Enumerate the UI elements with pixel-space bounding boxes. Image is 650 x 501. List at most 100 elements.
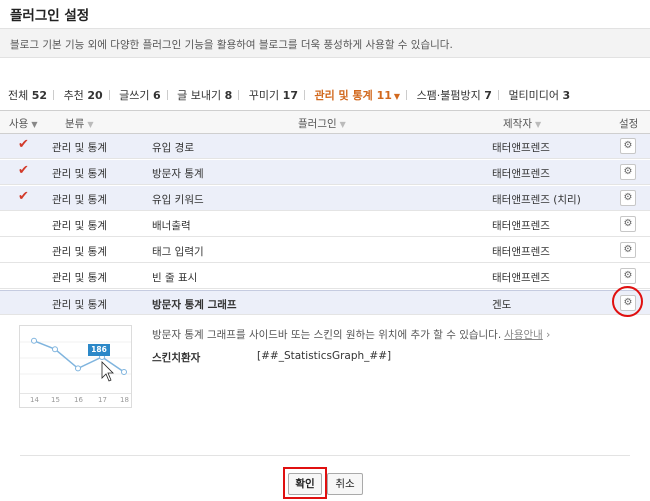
tab-recommended[interactable]: 추천 20 bbox=[64, 87, 103, 103]
row-author: 태터앤프렌즈 bbox=[492, 220, 550, 232]
column-header-label: 플러그인 bbox=[298, 118, 337, 130]
preview-tick-label: 16 bbox=[74, 396, 83, 404]
detail-text: 방문자 통계 그래프를 사이드바 또는 스킨의 원하는 위치에 추가 할 수 있… bbox=[152, 329, 502, 341]
tab-all[interactable]: 전체 52 bbox=[8, 87, 47, 103]
usage-guide-link[interactable]: 사용안내 bbox=[504, 329, 543, 341]
gear-icon[interactable]: ⚙ bbox=[620, 190, 636, 206]
table-row[interactable]: 관리 및 통계 빈 줄 표시 태터앤프렌즈 ⚙ bbox=[0, 264, 650, 289]
tab-count: 6 bbox=[153, 89, 161, 102]
table-row[interactable]: 관리 및 통계 태그 입력기 태터앤프렌즈 ⚙ bbox=[0, 238, 650, 263]
tab-label: 전체 bbox=[8, 89, 29, 102]
tab-divider bbox=[406, 90, 408, 100]
row-plugin-name[interactable]: 유입 키워드 bbox=[152, 192, 204, 207]
gear-icon[interactable]: ⚙ bbox=[620, 216, 636, 232]
preview-point bbox=[31, 337, 37, 344]
page-title: 플러그인 설정 bbox=[10, 8, 90, 24]
row-author: 겐도 bbox=[492, 299, 512, 311]
row-plugin-name[interactable]: 배너출력 bbox=[152, 218, 191, 233]
tab-count: 52 bbox=[31, 89, 48, 102]
table-row[interactable]: ✔ 관리 및 통계 유입 키워드 태터앤프렌즈 (치리) ⚙ bbox=[0, 186, 650, 211]
tab-count: 8 bbox=[224, 89, 233, 102]
tab-label: 추천 bbox=[63, 89, 84, 102]
row-author: 태터앤프렌즈 bbox=[492, 246, 550, 258]
row-author: 태터앤프렌즈 bbox=[492, 168, 550, 180]
table-row[interactable]: 관리 및 통계 배너출력 태터앤프렌즈 ⚙ bbox=[0, 212, 650, 237]
row-plugin-name[interactable]: 태그 입력기 bbox=[152, 244, 204, 259]
gear-icon[interactable]: ⚙ bbox=[620, 268, 636, 284]
tab-multimedia[interactable]: 멀티미디어 3 bbox=[508, 87, 570, 103]
column-header-label: 사용 bbox=[9, 118, 29, 130]
gear-icon[interactable]: ⚙ bbox=[620, 242, 636, 258]
confirm-button[interactable]: 확인 bbox=[288, 473, 322, 495]
preview-tick-label: 17 bbox=[98, 396, 107, 404]
tab-count: 17 bbox=[282, 89, 298, 102]
tab-count: 11 bbox=[376, 89, 392, 102]
tab-divider bbox=[108, 90, 110, 100]
row-category: 관리 및 통계 bbox=[52, 272, 107, 284]
row-category: 관리 및 통계 bbox=[52, 246, 107, 258]
tab-divider bbox=[238, 90, 240, 100]
description-bar: 블로그 기본 기능 외에 다양한 플러그인 기능을 활용하여 블로그를 더욱 풍… bbox=[0, 28, 650, 58]
cursor-arrow-icon bbox=[101, 361, 114, 382]
column-header-plugin[interactable]: 플러그인 ▼ bbox=[298, 116, 346, 131]
cancel-button[interactable]: 취소 bbox=[327, 473, 363, 495]
skin-substitute-code: [##_StatisticsGraph_##] bbox=[257, 350, 392, 362]
tab-count: 3 bbox=[562, 89, 571, 102]
row-plugin-name[interactable]: 유입 경로 bbox=[152, 140, 194, 155]
column-header-label: 분류 bbox=[65, 118, 85, 130]
tab-label: 스팸·불펌방지 bbox=[416, 89, 481, 102]
table-row[interactable]: ✔ 관리 및 통계 유입 경로 태터앤프렌즈 ⚙ bbox=[0, 134, 650, 159]
row-plugin-name[interactable]: 방문자 통계 bbox=[152, 166, 204, 181]
column-header-author[interactable]: 제작자 ▼ bbox=[503, 116, 541, 131]
preview-point bbox=[75, 365, 81, 372]
tab-decorate[interactable]: 꾸미기 17 bbox=[249, 87, 298, 103]
row-category: 관리 및 통계 bbox=[52, 220, 107, 232]
tab-divider bbox=[303, 90, 305, 100]
check-icon[interactable]: ✔ bbox=[18, 189, 29, 204]
tab-label: 관리 및 통계 bbox=[314, 89, 373, 102]
row-author: 태터앤프렌즈 bbox=[492, 272, 550, 284]
skin-substitute-label: 스킨치환자 bbox=[152, 352, 201, 364]
row-category: 관리 및 통계 bbox=[52, 168, 107, 180]
gear-icon[interactable]: ⚙ bbox=[620, 138, 636, 154]
row-plugin-name[interactable]: 빈 줄 표시 bbox=[152, 270, 197, 285]
tab-send-post[interactable]: 글 보내기 8 bbox=[177, 87, 232, 103]
gear-icon[interactable]: ⚙ bbox=[620, 164, 636, 180]
plugin-preview-thumbnail: 186 14 15 16 17 18 bbox=[19, 325, 132, 408]
row-category: 관리 및 통계 bbox=[52, 299, 107, 311]
check-icon[interactable]: ✔ bbox=[18, 137, 29, 152]
row-author: 태터앤프렌즈 (치리) bbox=[492, 194, 581, 206]
check-icon[interactable]: ✔ bbox=[18, 163, 29, 178]
table-row[interactable]: 관리 및 통계 방문자 통계 그래프 겐도 ⚙ bbox=[0, 290, 650, 315]
preview-tick-label: 14 bbox=[30, 396, 39, 404]
column-header-category[interactable]: 분류 ▼ bbox=[65, 116, 93, 131]
tab-label: 멀티미디어 bbox=[508, 89, 560, 102]
row-author: 태터앤프렌즈 bbox=[492, 142, 550, 154]
column-header-use[interactable]: 사용 ▼ bbox=[9, 116, 37, 131]
table-row[interactable]: ✔ 관리 및 통계 방문자 통계 태터앤프렌즈 ⚙ bbox=[0, 160, 650, 185]
column-header-label: 제작자 bbox=[503, 118, 532, 130]
row-category: 관리 및 통계 bbox=[52, 142, 107, 154]
sort-down-icon: ▼ bbox=[339, 120, 346, 129]
preview-graph bbox=[20, 337, 131, 382]
preview-tick-label: 15 bbox=[51, 396, 60, 404]
tab-label: 글 보내기 bbox=[177, 89, 222, 102]
tab-divider bbox=[497, 90, 499, 100]
row-plugin-name[interactable]: 방문자 통계 그래프 bbox=[152, 297, 237, 312]
tab-writing[interactable]: 글쓰기 6 bbox=[119, 87, 161, 103]
preview-point bbox=[52, 346, 58, 353]
page-description: 블로그 기본 기능 외에 다양한 플러그인 기능을 활용하여 블로그를 더욱 풍… bbox=[10, 39, 453, 51]
tab-label: 꾸미기 bbox=[248, 89, 280, 102]
sort-down-icon: ▼ bbox=[87, 120, 94, 129]
plugin-detail-description: 방문자 통계 그래프를 사이드바 또는 스킨의 원하는 위치에 추가 할 수 있… bbox=[152, 327, 550, 342]
column-header-settings: 설정 bbox=[619, 118, 639, 130]
sort-down-icon: ▼ bbox=[31, 120, 38, 129]
tab-spam-prevention[interactable]: 스팸·불펌방지 7 bbox=[417, 87, 492, 103]
category-tabs: 전체 52 추천 20 글쓰기 6 글 보내기 8 꾸미기 17 관리 및 통계… bbox=[8, 87, 570, 103]
tab-management-stats[interactable]: 관리 및 통계 11 ▼ bbox=[314, 87, 400, 103]
table-header: 사용 ▼ 분류 ▼ 플러그인 ▼ 제작자 ▼ 설정 bbox=[0, 110, 650, 134]
tab-divider bbox=[166, 90, 168, 100]
preview-point bbox=[121, 369, 127, 375]
footer-divider bbox=[20, 455, 630, 456]
chevron-right-icon: › bbox=[546, 329, 551, 341]
